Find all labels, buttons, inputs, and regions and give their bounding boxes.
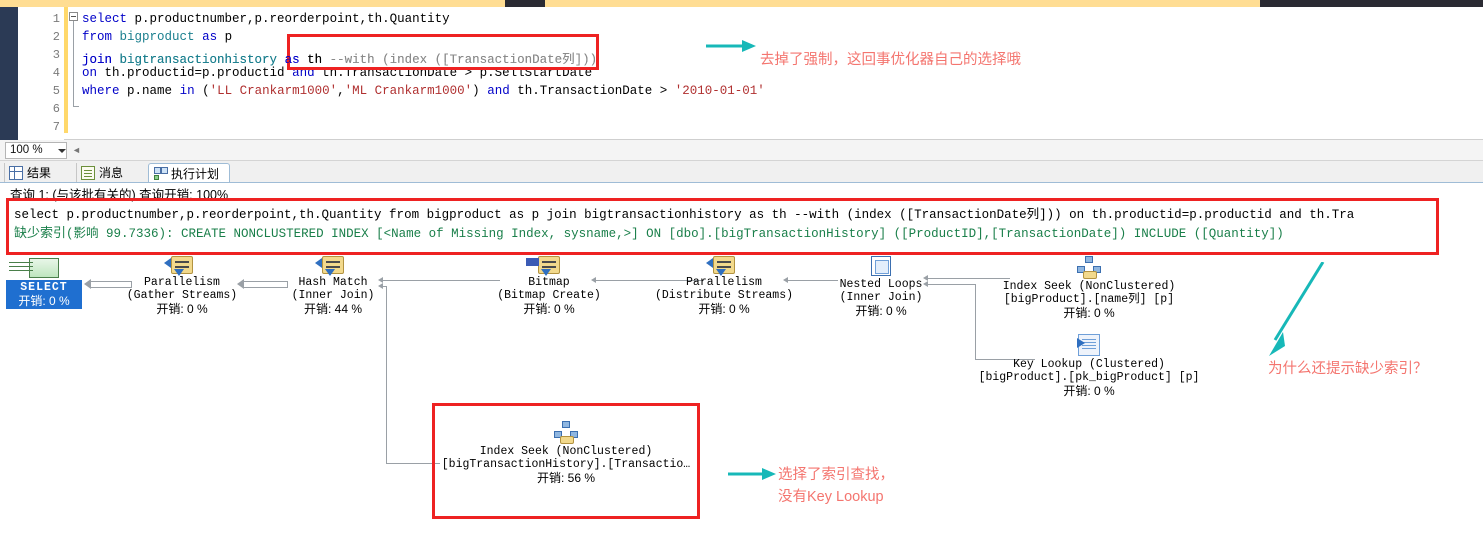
chevron-down-icon[interactable] [58, 149, 66, 153]
pointer-arrow-icon [706, 40, 756, 52]
plan-node-label: SELECT [20, 281, 68, 294]
outline-guide-foot [73, 106, 79, 107]
splitter-handle-icon[interactable]: ◄ [72, 145, 81, 155]
line-number: 7 [52, 120, 60, 134]
plan-node-key-lookup[interactable]: Key Lookup (Clustered) [bigProduct].[pk_… [978, 334, 1200, 398]
zoom-level-value: 100 % [10, 144, 43, 156]
plan-node-sublabel: (Bitmap Create) [497, 289, 601, 302]
plan-node-select[interactable]: SELECT 开销: 0 % [6, 258, 82, 309]
tab-results-label: 结果 [27, 166, 52, 180]
tab-messages-label: 消息 [99, 166, 124, 180]
plan-node-bitmap[interactable]: Bitmap (Bitmap Create) 开销: 0 % [490, 256, 608, 316]
editor-left-rail [0, 7, 18, 140]
collapse-outline-icon[interactable] [69, 12, 78, 21]
plan-node-cost: 开销: 0 % [1063, 306, 1115, 320]
title-strip-segment-left [0, 0, 505, 7]
annotation-line-1: 选择了索引查找， [778, 467, 894, 483]
execution-plan-icon [153, 167, 168, 181]
tab-results[interactable]: 结果 [4, 163, 74, 183]
line-number: 5 [52, 84, 60, 98]
plan-node-label: Index Seek (NonClustered) [1002, 280, 1176, 293]
editor-zoom-bar: 100 % ◄ [0, 140, 1483, 161]
annotation-index-seek-chosen: 选择了索引查找， 没有Key Lookup [778, 464, 894, 508]
nested-loops-icon [871, 256, 891, 276]
message-icon [81, 166, 95, 180]
plan-node-hash-match[interactable]: Hash Match (Inner Join) 开销: 44 % [266, 256, 400, 316]
plan-node-label: Nested Loops [839, 278, 923, 291]
plan-node-sublabel: (Inner Join) [839, 291, 923, 304]
plan-node-parallelism-gather[interactable]: Parallelism (Gather Streams) 开销: 0 % [108, 256, 256, 316]
code-line-3-overlay: join bigtransactionhistory as th --with … [82, 53, 598, 67]
plan-node-sublabel: (Distribute Streams) [654, 289, 794, 302]
code-line-2: from bigproduct as p [82, 30, 233, 44]
title-strip-segment-right [545, 0, 1260, 7]
code-line-5: where p.name in ('LL Crankarm1000','ML C… [82, 84, 765, 98]
plan-node-sublabel: (Gather Streams) [126, 289, 238, 302]
outline-guide-line [73, 21, 74, 107]
code-line-1: select p.productnumber,p.reorderpoint,th… [82, 12, 450, 26]
results-pane-tabstrip: 结果 消息 执行计划 [0, 161, 1483, 183]
tab-execution-plan[interactable]: 执行计划 [148, 163, 230, 183]
plan-node-index-seek-bigproduct[interactable]: Index Seek (NonClustered) [bigProduct].[… [1000, 256, 1178, 320]
parallelism-icon [164, 256, 193, 276]
select-result-icon [29, 258, 59, 278]
plan-node-cost: 开销: 0 % [523, 302, 575, 316]
plan-node-label: Hash Match [298, 276, 368, 289]
plan-node-cost: 开销: 0 % [156, 302, 208, 316]
plan-node-cost: 开销: 0 % [18, 294, 70, 308]
plan-node-cost: 开销: 44 % [303, 302, 363, 316]
plan-node-parallelism-distribute[interactable]: Parallelism (Distribute Streams) 开销: 0 % [650, 256, 798, 316]
annotation-line-2: 没有Key Lookup [778, 489, 884, 505]
annotation-index-hint-removed: 去掉了强制，这回事优化器自己的选择哦 [760, 52, 1021, 68]
line-number: 2 [52, 30, 60, 44]
bitmap-icon [526, 256, 560, 276]
annotation-missing-index-question: 为什么还提示缺少索引？ [1268, 361, 1428, 377]
tabstrip-underline [0, 182, 1483, 183]
tab-execution-plan-label: 执行计划 [171, 167, 220, 181]
key-lookup-icon [1077, 334, 1100, 356]
plan-node-sublabel: [bigProduct].[name列] [p] [1003, 293, 1175, 306]
tab-messages[interactable]: 消息 [76, 163, 146, 183]
highlight-box-plan-sql [6, 198, 1439, 255]
plan-node-sublabel: (Inner Join) [291, 289, 375, 302]
plan-node-cost: 开销: 0 % [855, 304, 907, 318]
editor-outlining-column[interactable] [68, 7, 82, 140]
plan-node-label: Key Lookup (Clustered) [1013, 358, 1165, 371]
zoom-level-combobox[interactable]: 100 % [5, 142, 67, 159]
line-number: 1 [52, 12, 60, 26]
plan-node-label: Parallelism [686, 276, 762, 289]
plan-node-select-box: SELECT 开销: 0 % [6, 280, 82, 309]
plan-node-cost: 开销: 0 % [1063, 384, 1115, 398]
plan-node-nested-loops[interactable]: Nested Loops (Inner Join) 开销: 0 % [822, 256, 940, 318]
sql-editor[interactable]: 1 2 3 4 5 6 7 select p.productnumber,p.r… [0, 7, 1483, 140]
pointer-arrow-icon [1269, 262, 1325, 356]
plan-node-label: Bitmap [528, 276, 570, 289]
editor-line-number-gutter: 1 2 3 4 5 6 7 [18, 7, 64, 140]
pointer-arrow-icon [728, 468, 776, 480]
plan-node-label: Parallelism [144, 276, 220, 289]
highlight-box-index-seek [432, 403, 700, 519]
window-title-strip [0, 0, 1483, 7]
line-number: 4 [52, 66, 60, 80]
line-number: 6 [52, 102, 60, 116]
parallelism-icon [706, 256, 735, 276]
index-seek-icon [1076, 256, 1102, 279]
hash-match-icon [315, 256, 344, 276]
plan-node-sublabel: [bigProduct].[pk_bigProduct] [p] [978, 371, 1200, 384]
plan-node-cost: 开销: 0 % [698, 302, 750, 316]
grid-icon [9, 166, 23, 180]
line-number: 3 [52, 48, 60, 62]
